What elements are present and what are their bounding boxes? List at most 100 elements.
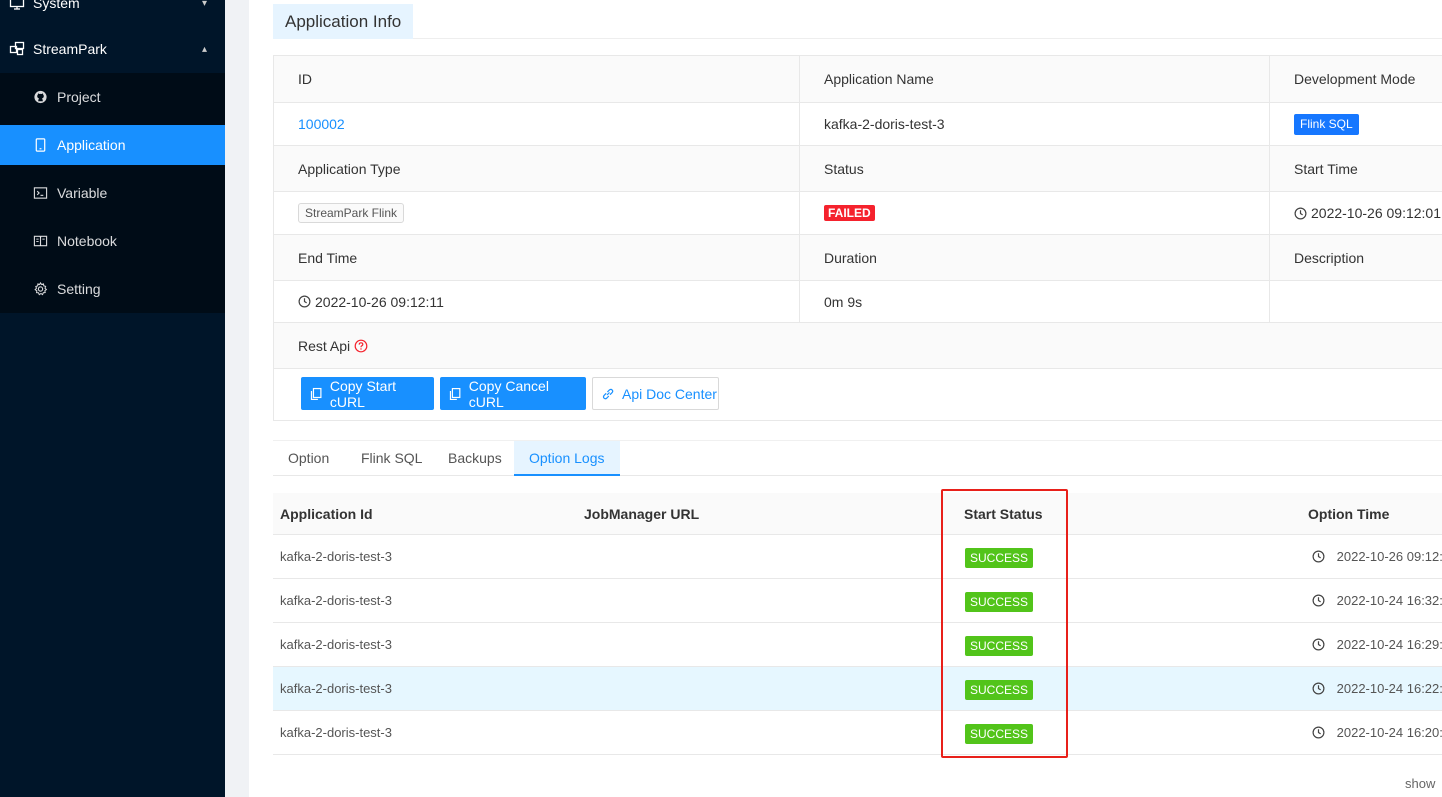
sidebar-item-label: Project — [57, 89, 101, 105]
mobile-icon — [35, 138, 46, 152]
monitor-icon — [9, 0, 25, 10]
sidebar-item-notebook[interactable]: Notebook — [0, 221, 225, 261]
sidebar-item-setting[interactable]: Setting — [0, 269, 225, 309]
cell-option-time: 2022-10-24 16:32:3 — [1312, 579, 1442, 622]
api-doc-center-label: Api Doc Center — [622, 385, 717, 402]
option-time-value: 2022-10-26 09:12:0 — [1336, 549, 1442, 564]
status-badge: FAILED — [824, 205, 875, 221]
dev-mode-tag: Flink SQL — [1294, 113, 1359, 135]
end-time-value: 2022-10-26 09:12:11 — [315, 293, 444, 310]
chevron-down-icon: ▾ — [201, 0, 207, 9]
menu-group-streampark[interactable]: StreamPark ▴ — [0, 25, 225, 73]
question-circle-icon[interactable] — [354, 339, 368, 353]
sidebar-item-variable[interactable]: Variable — [0, 173, 225, 213]
value-id-cell: 100002 — [274, 103, 800, 145]
cell-option-time: 2022-10-26 09:12:0 — [1312, 535, 1442, 578]
copy-cancel-curl-button[interactable]: Copy Cancel cURL — [440, 377, 586, 410]
tab-flink-sql[interactable]: Flink SQL — [346, 441, 437, 476]
copy-cancel-curl-label: Copy Cancel cURL — [468, 377, 549, 410]
sidebar-item-project[interactable]: Project — [0, 77, 225, 117]
copy-icon — [449, 387, 461, 400]
cell-application-id: kafka-2-doris-test-3 — [280, 549, 392, 564]
cell-option-time: 2022-10-24 16:22:0 — [1312, 667, 1442, 710]
cell-application-id: kafka-2-doris-test-3 — [280, 725, 392, 740]
sidebar-item-application[interactable]: Application — [0, 125, 225, 165]
label-end-time: End Time — [274, 235, 800, 280]
sidebar-item-label: Application — [57, 137, 126, 153]
gear-icon — [34, 281, 48, 296]
option-logs-table: Application Id JobManager URL Start Stat… — [273, 493, 1442, 755]
value-duration: 0m 9s — [800, 281, 1270, 322]
desc-label-row: Application Type Status Start Time — [274, 146, 1442, 192]
table-header: Application Id JobManager URL Start Stat… — [273, 493, 1442, 535]
book-icon — [33, 235, 48, 247]
value-end-time-cell: 2022-10-26 09:12:11 — [274, 281, 800, 322]
value-dev-mode-cell: Flink SQL — [1270, 103, 1442, 145]
table-row[interactable]: kafka-2-doris-test-3 SUCCESS 2022-10-26 … — [273, 535, 1442, 579]
desc-value-row: 2022-10-26 09:12:11 0m 9s — [274, 281, 1442, 323]
table-row[interactable]: kafka-2-doris-test-3 SUCCESS 2022-10-24 … — [273, 579, 1442, 623]
table-row[interactable]: kafka-2-doris-test-3 SUCCESS 2022-10-24 … — [273, 667, 1442, 711]
desc-label-row: Rest Api — [274, 323, 1442, 369]
value-status-cell: FAILED — [800, 192, 1270, 234]
cell-option-time: 2022-10-24 16:20:5 — [1312, 711, 1442, 754]
label-dev-mode: Development Mode — [1294, 71, 1416, 87]
annotation-highlight-box — [941, 489, 1068, 758]
column-header-jobmanager-url[interactable]: JobManager URL — [584, 493, 699, 535]
option-time-value: 2022-10-24 16:32:3 — [1336, 593, 1442, 608]
cell-application-id: kafka-2-doris-test-3 — [280, 681, 392, 696]
value-app-type-cell: StreamPark Flink — [274, 192, 800, 234]
clock-icon — [298, 295, 311, 308]
menu-group-system[interactable]: System ▾ — [0, 0, 225, 27]
chevron-up-icon: ▴ — [201, 43, 207, 55]
main-content: Application Info ID Application Name Dev… — [249, 0, 1442, 797]
submenu-streampark: Project Application Variable Notebook Se… — [0, 73, 225, 313]
copy-start-curl-label: Copy Start cURL — [329, 377, 397, 410]
label-start-time: Start Time — [1294, 160, 1358, 177]
menu-group-label: StreamPark — [33, 41, 107, 57]
detail-tabs: Option Flink SQL Backups Option Logs — [273, 440, 1442, 476]
tab-option[interactable]: Option — [273, 441, 344, 476]
desc-value-row: 100002 kafka-2-doris-test-3 Flink SQL — [274, 103, 1442, 146]
column-header-application-id[interactable]: Application Id — [280, 493, 373, 535]
api-doc-center-button[interactable]: Api Doc Center — [592, 377, 719, 410]
sidebar-item-label: Variable — [57, 185, 108, 201]
label-description: Description — [1294, 249, 1365, 266]
label-status: Status — [800, 146, 1270, 191]
value-app-name: kafka-2-doris-test-3 — [800, 103, 1270, 145]
tab-backups[interactable]: Backups — [433, 441, 517, 476]
value-description — [1270, 281, 1442, 322]
desc-label-row: End Time Duration Description — [274, 235, 1442, 281]
show-text[interactable]: show — [1405, 776, 1435, 791]
clock-icon — [1312, 550, 1325, 563]
sidebar-item-label: Notebook — [57, 233, 117, 249]
table-row[interactable]: kafka-2-doris-test-3 SUCCESS 2022-10-24 … — [273, 711, 1442, 755]
table-row[interactable]: kafka-2-doris-test-3 SUCCESS 2022-10-24 … — [273, 623, 1442, 667]
value-start-time-cell: 2022-10-26 09:12:01 — [1270, 192, 1442, 234]
clock-icon — [1294, 207, 1307, 219]
copy-icon — [310, 387, 322, 400]
option-time-value: 2022-10-24 16:22:0 — [1336, 681, 1442, 696]
cell-application-id: kafka-2-doris-test-3 — [280, 593, 392, 608]
clock-icon — [1312, 726, 1325, 739]
label-rest-api-cell: Rest Api — [274, 323, 1442, 368]
app-id-link[interactable]: 100002 — [298, 116, 345, 132]
column-header-option-time[interactable]: Option Time — [1308, 493, 1389, 535]
label-id: ID — [274, 56, 800, 102]
tab-option-logs[interactable]: Option Logs — [514, 441, 620, 476]
copy-start-curl-button[interactable]: Copy Start cURL — [301, 377, 434, 410]
application-info-descriptions: ID Application Name Development Mode 100… — [273, 55, 1442, 421]
apps-icon — [9, 41, 25, 56]
label-rest-api: Rest Api — [298, 337, 351, 354]
option-time-value: 2022-10-24 16:29:3 — [1336, 637, 1442, 652]
code-icon — [33, 187, 48, 199]
github-icon — [34, 90, 47, 104]
section-title: Application Info — [273, 4, 414, 39]
clock-icon — [1312, 594, 1325, 607]
desc-value-row: StreamPark Flink FAILED 2022-10-26 09:12… — [274, 192, 1442, 235]
app-type-tag: StreamPark Flink — [298, 203, 405, 223]
sidebar: System ▾ StreamPark ▴ Project Applicatio… — [0, 0, 225, 797]
sidebar-item-label: Setting — [57, 281, 101, 297]
clock-icon — [1312, 638, 1325, 651]
cell-option-time: 2022-10-24 16:29:3 — [1312, 623, 1442, 666]
